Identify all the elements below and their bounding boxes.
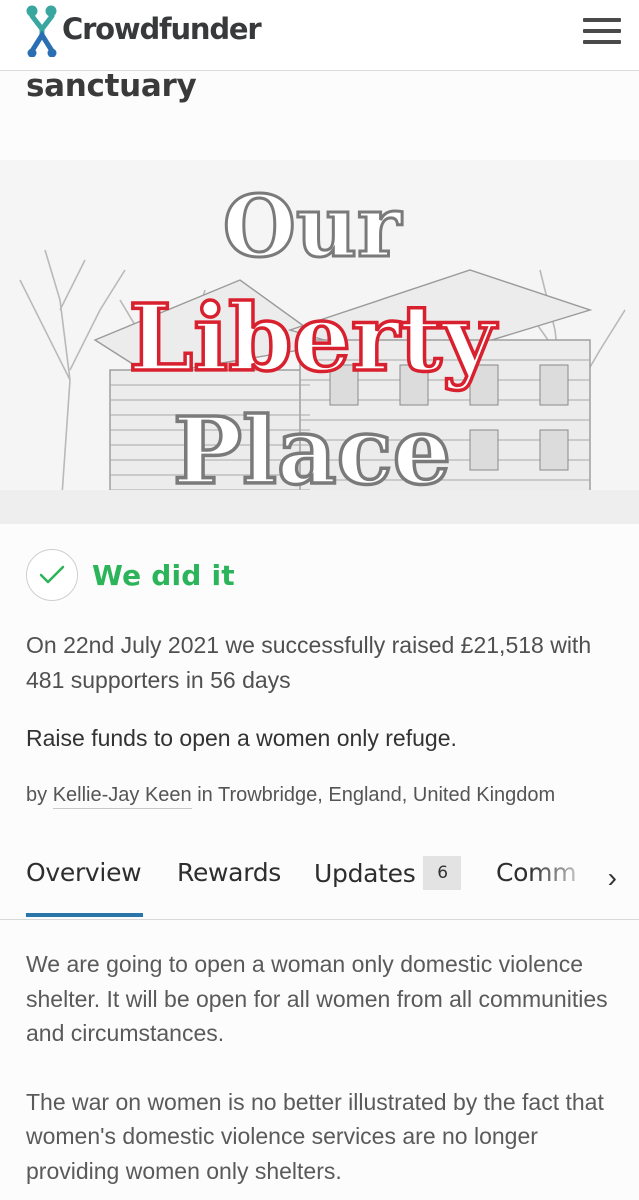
- byline-prefix: by: [26, 784, 48, 806]
- campaign-tabs: Overview Rewards Updates6 Comm ›: [0, 840, 639, 920]
- tab-overview-label: Overview: [26, 858, 142, 887]
- brand-name: Crowdfunder: [62, 12, 262, 46]
- tab-updates-label: Updates: [314, 859, 416, 888]
- description-paragraph: We are going to open a woman only domest…: [26, 951, 608, 1046]
- campaign-description: We are going to open a woman only domest…: [26, 947, 622, 1200]
- campaign-hero-image: Our Liberty Place: [0, 160, 639, 524]
- crowdfunder-figure-logo-icon: [26, 5, 57, 57]
- tabs-fade-overlay: [529, 840, 639, 919]
- chevron-right-icon[interactable]: ›: [608, 862, 617, 894]
- crowdfunder-logo[interactable]: Crowdfunder: [24, 3, 262, 57]
- tab-rewards-label: Rewards: [177, 858, 282, 887]
- byline-location: in Trowbridge, England, United Kingdom: [197, 784, 556, 806]
- description-paragraph: The war on women is no better illustrate…: [26, 1088, 604, 1184]
- status-label: We did it: [92, 558, 235, 592]
- top-navigation-bar: Crowdfunder: [0, 0, 639, 71]
- hero-title-line1: Our: [223, 177, 403, 276]
- tab-rewards[interactable]: Rewards: [177, 858, 281, 887]
- campaign-byline: by Kellie-Jay Keen in Trowbridge, Englan…: [26, 784, 556, 809]
- hero-illustration: Our Liberty Place: [0, 160, 639, 524]
- tab-overview[interactable]: Overview: [26, 858, 144, 917]
- hero-title-line3: Place: [173, 397, 451, 505]
- hamburger-menu-icon[interactable]: [583, 18, 621, 44]
- funding-summary: On 22nd July 2021 we successfully raised…: [26, 632, 592, 693]
- tab-updates[interactable]: Updates 6: [314, 856, 462, 892]
- author-link[interactable]: Kellie-Jay Keen: [52, 784, 192, 809]
- campaign-title: sanctuary: [26, 68, 197, 104]
- hero-title-line2: Liberty: [129, 284, 498, 392]
- updates-count-badge: 6: [423, 856, 462, 890]
- check-icon: [26, 549, 78, 601]
- campaign-tagline: Raise funds to open a women only refuge.: [26, 725, 457, 751]
- funding-status: We did it: [26, 549, 235, 601]
